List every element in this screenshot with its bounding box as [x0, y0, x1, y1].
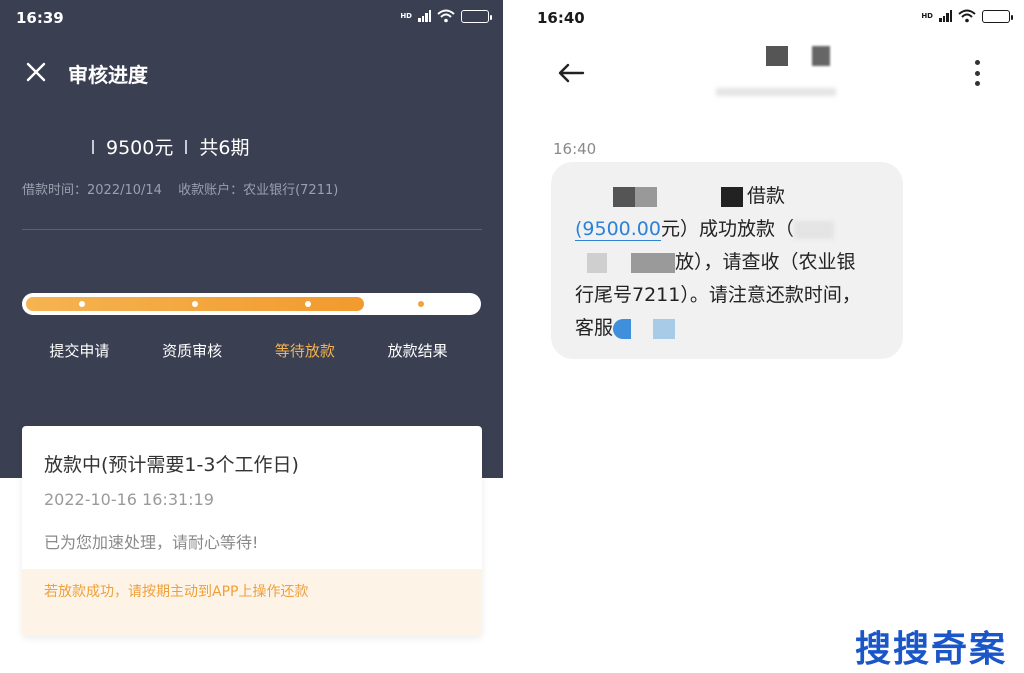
status-bar-icons: HD: [400, 9, 492, 23]
message-line: 行尾号7211）。请注意还款时间，: [575, 284, 861, 306]
redacted-block: [587, 252, 607, 273]
status-title: 放款中(预计需要1-3个工作日): [44, 454, 299, 476]
message-line: (9500.00元）成功放款（: [575, 214, 834, 241]
redacted-block: [631, 252, 675, 273]
progress-track: [22, 293, 481, 315]
sms-screen: 16:40 HD 16:40 借款 (9500.00元）成功放款（ 放），请查收…: [521, 0, 1024, 673]
repayment-tip-text: 若放款成功，请按期主动到APP上操作还款: [44, 584, 309, 600]
message-line: 放），请查收（农业银: [575, 247, 856, 274]
hd-icon: HD: [400, 11, 412, 20]
status-note: 已为您加速处理，请耐心等待!: [44, 533, 259, 552]
step-dot-4: [417, 301, 424, 307]
receiving-account: 收款账户：农业银行(7211): [178, 183, 339, 198]
divider: [22, 229, 482, 230]
redacted-block: [613, 318, 632, 339]
progress-steps: 提交申请 资质审核 等待放款 放款结果: [22, 340, 482, 360]
message-timestamp: 16:40: [553, 140, 597, 158]
step-submit: 提交申请: [49, 342, 110, 360]
status-bar-time: 16:40: [537, 9, 585, 27]
battery-icon: [461, 9, 492, 23]
screenshot-stage: 16:39 HD 审核进度 9500元 共6期 借款时间：2022/10/14: [0, 0, 1024, 673]
battery-icon: [982, 9, 1013, 23]
separator: [92, 139, 94, 154]
step-dot-3: [304, 301, 311, 307]
message-text: 放），请查收（农业银: [675, 251, 856, 273]
message-text: 借款: [747, 185, 786, 207]
message-line: 客服: [575, 313, 676, 340]
more-options-icon[interactable]: [973, 60, 981, 86]
loan-amount: 9500元: [106, 137, 174, 159]
redacted-block: [721, 186, 743, 207]
amount-link[interactable]: (9500.00: [575, 218, 661, 241]
watermark: 搜搜奇案: [855, 629, 1008, 670]
sms-message-bubble: 借款 (9500.00元）成功放款（ 放），请查收（农业银 行尾号7211）。请…: [551, 162, 903, 359]
step-result: 放款结果: [387, 342, 448, 360]
loan-meta: 借款时间：2022/10/14 收款账户：农业银行(7211): [22, 179, 350, 198]
redacted-block: [653, 318, 676, 339]
contact-name-redacted: [716, 46, 836, 96]
step-awaiting-disbursement: 等待放款: [274, 342, 335, 360]
redacted-block: [635, 186, 657, 207]
loan-periods: 共6期: [199, 137, 250, 159]
wifi-icon: [437, 9, 455, 23]
status-bar-icons: HD: [921, 9, 1013, 23]
repayment-tip: 若放款成功，请按期主动到APP上操作还款: [22, 569, 482, 636]
close-icon[interactable]: [24, 60, 48, 84]
status-bar-time: 16:39: [16, 9, 64, 27]
separator: [185, 139, 188, 154]
page-title: 审核进度: [68, 63, 148, 87]
status-timestamp: 2022-10-16 16:31:19: [44, 490, 214, 509]
back-arrow-icon[interactable]: [557, 62, 585, 84]
message-line: 借款: [575, 181, 785, 208]
wifi-icon: [958, 9, 976, 23]
step-review: 资质审核: [162, 342, 223, 360]
message-text: 元）成功放款（: [660, 218, 794, 240]
loan-summary: 9500元 共6期: [92, 133, 249, 160]
loan-time: 借款时间：2022/10/14: [22, 183, 162, 198]
review-progress-screen: 16:39 HD 审核进度 9500元 共6期 借款时间：2022/10/14: [0, 0, 503, 673]
signal-icon: [939, 10, 952, 22]
redacted-block: [794, 220, 834, 239]
message-text: 客服: [575, 317, 614, 339]
disbursement-status-card: 放款中(预计需要1-3个工作日) 2022-10-16 16:31:19 已为您…: [22, 426, 482, 636]
signal-icon: [418, 10, 431, 22]
redacted-block: [613, 186, 635, 207]
hd-icon: HD: [921, 11, 933, 20]
